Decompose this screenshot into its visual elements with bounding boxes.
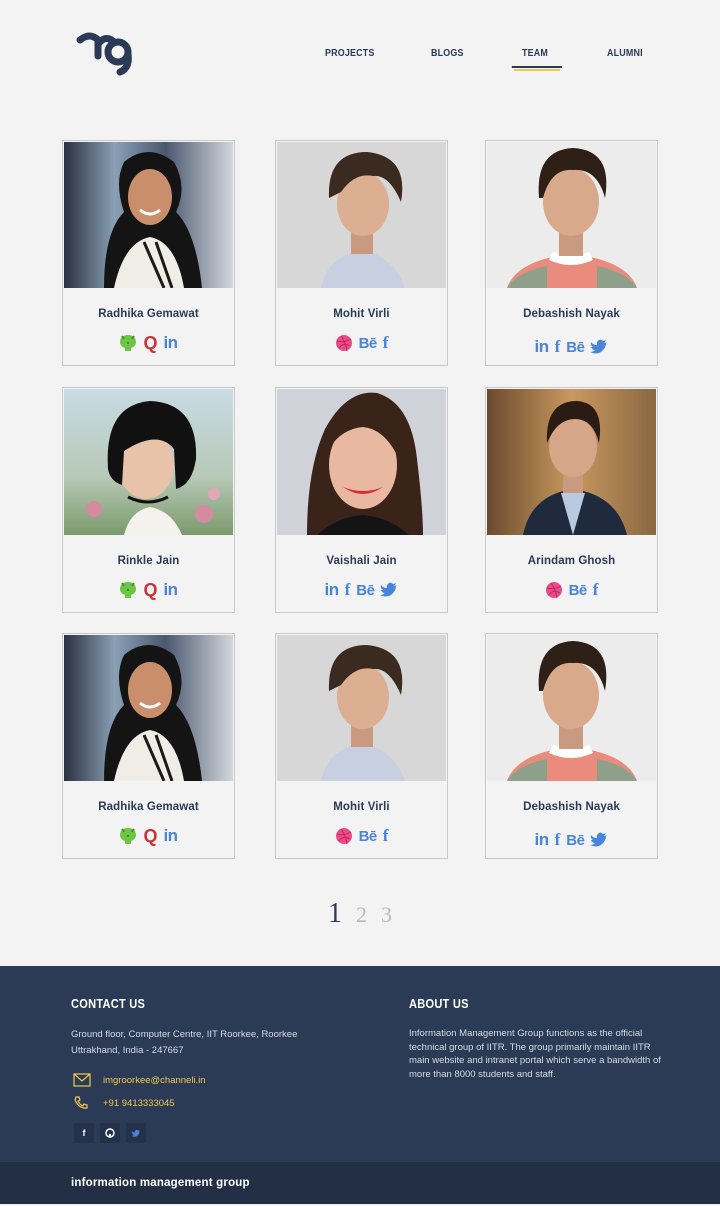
github-icon[interactable] [119, 334, 138, 352]
footer-social: f [74, 1123, 146, 1143]
member-photo [277, 635, 446, 781]
nav-blogs[interactable]: BLOGS [431, 47, 464, 59]
quora-icon[interactable]: Q [143, 580, 157, 600]
member-name: Rinkle Jain [117, 555, 180, 567]
linkedin-icon[interactable]: in [163, 580, 178, 599]
member-photo [487, 389, 656, 535]
member-name: Mohit Virli [333, 801, 390, 813]
social-links: Q in [63, 333, 234, 353]
phone-icon [74, 1096, 88, 1109]
behance-icon[interactable]: Bē [359, 334, 378, 352]
linkedin-icon[interactable]: in [163, 333, 178, 352]
member-photo [487, 635, 656, 781]
behance-icon[interactable]: Bē [356, 581, 375, 599]
member-photo [277, 142, 446, 288]
team-card[interactable]: Vaishali Jain in f Bē [275, 387, 448, 613]
active-tab-indicator [514, 69, 560, 71]
team-card[interactable]: Arindam Ghosh Bē f [485, 387, 658, 613]
twitter-icon[interactable] [126, 1123, 146, 1143]
contact-heading: CONTACT US [71, 996, 146, 1011]
main-nav: PROJECTS BLOGS TEAM ALUMNI [0, 47, 720, 77]
address-line-1: Ground floor, Computer Centre, IIT Roork… [71, 1029, 298, 1040]
twitter-icon[interactable] [380, 581, 398, 599]
facebook-icon[interactable]: f [74, 1123, 94, 1143]
dribbble-icon[interactable] [545, 581, 563, 599]
nav-projects[interactable]: PROJECTS [325, 47, 374, 59]
facebook-icon[interactable]: f [555, 830, 561, 849]
social-links: in f Bē [486, 830, 657, 849]
member-photo [64, 635, 233, 781]
twitter-icon[interactable] [590, 831, 608, 849]
site-footer: CONTACT US Ground floor, Computer Centre… [0, 966, 720, 1162]
quora-icon[interactable]: Q [143, 826, 157, 846]
behance-icon[interactable]: Bē [566, 338, 585, 356]
facebook-icon[interactable]: f [383, 333, 389, 352]
social-links: Bē f [486, 580, 657, 599]
member-name: Vaishali Jain [326, 555, 397, 567]
member-name: Debashish Nayak [523, 801, 620, 813]
email-row: imgroorkee@channeli.in [73, 1073, 206, 1087]
team-card[interactable]: Radhika Gemawat Q in [62, 140, 235, 366]
facebook-icon[interactable]: f [383, 826, 389, 845]
about-text: Information Management Group functions a… [409, 1028, 661, 1080]
member-name: Mohit Virli [333, 308, 390, 320]
linkedin-icon[interactable]: in [325, 580, 340, 599]
dribbble-icon[interactable] [335, 334, 353, 352]
member-name: Arindam Ghosh [527, 555, 616, 567]
team-card[interactable]: Debashish Nayak in f Bē [485, 633, 658, 859]
linkedin-icon[interactable]: in [535, 337, 550, 356]
facebook-icon[interactable]: f [593, 580, 599, 599]
nav-alumni[interactable]: ALUMNI [607, 47, 643, 59]
facebook-icon[interactable]: f [555, 337, 561, 356]
behance-icon[interactable]: Bē [566, 831, 585, 849]
address-line-2: Uttrakhand, India - 247667 [71, 1045, 184, 1056]
bottom-bar: information management group [0, 1162, 720, 1204]
address: Ground floor, Computer Centre, IIT Roork… [71, 1027, 331, 1059]
page-1[interactable]: 1 [328, 898, 342, 930]
email-link[interactable]: imgroorkee@channeli.in [103, 1075, 206, 1086]
member-name: Radhika Gemawat [98, 801, 199, 813]
social-links: Q in [63, 580, 234, 600]
social-links: Q in [63, 826, 234, 846]
mail-icon [73, 1073, 91, 1087]
behance-icon[interactable]: Bē [359, 827, 378, 845]
behance-icon[interactable]: Bē [569, 581, 588, 599]
social-links: Bē f [276, 333, 447, 352]
pagination: 1 2 3 [0, 898, 720, 930]
github-icon[interactable] [119, 581, 138, 599]
phone-link[interactable]: +91 9413333045 [103, 1098, 175, 1109]
site-header: PROJECTS BLOGS TEAM ALUMNI [0, 0, 720, 100]
about-heading: ABOUT US [409, 996, 469, 1011]
team-card[interactable]: Rinkle Jain Q in [62, 387, 235, 613]
org-name: information management group [71, 1177, 250, 1189]
linkedin-icon[interactable]: in [163, 826, 178, 845]
team-card[interactable]: Debashish Nayak in f Bē [485, 140, 658, 366]
social-links: in f Bē [276, 580, 447, 599]
member-photo [277, 389, 446, 535]
page-3[interactable]: 3 [381, 902, 392, 928]
member-photo [64, 142, 233, 288]
team-card[interactable]: Radhika Gemawat Q in [62, 633, 235, 859]
quora-icon[interactable]: Q [143, 333, 157, 353]
linkedin-icon[interactable]: in [535, 830, 550, 849]
member-name: Radhika Gemawat [98, 308, 199, 320]
facebook-icon[interactable]: f [345, 580, 351, 599]
page-2[interactable]: 2 [356, 902, 367, 928]
member-photo [487, 142, 656, 288]
github-icon[interactable] [100, 1123, 120, 1143]
dribbble-icon[interactable] [335, 827, 353, 845]
twitter-icon[interactable] [590, 338, 608, 356]
team-card[interactable]: Mohit Virli Bē f [275, 633, 448, 859]
phone-row: +91 9413333045 [73, 1096, 175, 1110]
social-links: Bē f [276, 826, 447, 845]
member-photo [64, 389, 233, 535]
github-icon[interactable] [119, 827, 138, 845]
member-name: Debashish Nayak [523, 308, 620, 320]
social-links: in f Bē [486, 337, 657, 356]
nav-team[interactable]: TEAM [511, 47, 561, 68]
team-card[interactable]: Mohit Virli Bē f [275, 140, 448, 366]
